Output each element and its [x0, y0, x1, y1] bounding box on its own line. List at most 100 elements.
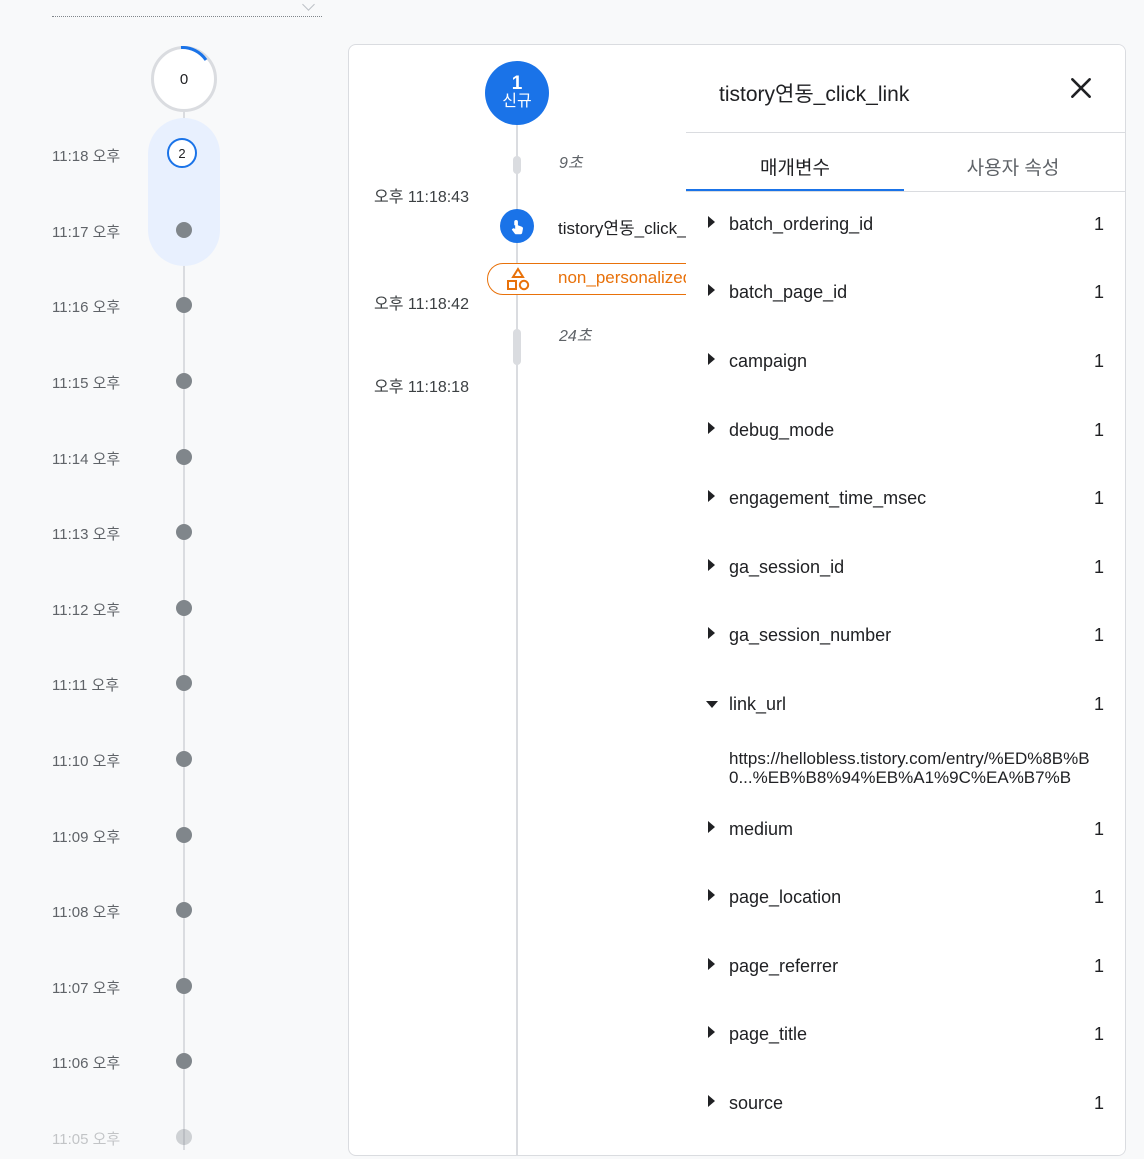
param-count: 1: [1093, 214, 1104, 234]
minute-label-5: 11:13 오후: [52, 526, 121, 543]
param-row-page-location[interactable]: page_location 1: [686, 882, 1125, 918]
param-row-debug-mode[interactable]: debug_mode 1: [686, 415, 1125, 451]
tab-parameters[interactable]: 매개변수: [686, 153, 904, 180]
event-timestamp-3: 오후 11:18:18: [374, 379, 469, 396]
param-count: 1: [1093, 694, 1104, 714]
drawer-header-divider: [686, 132, 1125, 133]
touch-icon[interactable]: [500, 209, 534, 243]
minute-label-9: 11:09 오후: [52, 829, 121, 846]
caret-right-icon: [708, 353, 715, 365]
minute-dot-13[interactable]: [176, 1129, 192, 1145]
minute-dot-8[interactable]: [176, 751, 192, 767]
caret-right-icon: [708, 559, 715, 571]
minute-label-2: 11:16 오후: [52, 299, 121, 316]
caret-right-icon: [708, 1095, 715, 1107]
param-row-page-referrer[interactable]: page_referrer 1: [686, 951, 1125, 987]
new-user-badge[interactable]: 1 신규: [485, 61, 549, 125]
minute-dot-10[interactable]: [176, 902, 192, 918]
minute-label-11: 11:07 오후: [52, 980, 121, 997]
param-count: 1: [1093, 1093, 1104, 1113]
caret-right-icon: [708, 284, 715, 296]
minute-dot-11[interactable]: [176, 978, 192, 994]
param-row-ga-session-number[interactable]: ga_session_number 1: [686, 620, 1125, 656]
param-name: ga_session_id: [729, 557, 845, 577]
event-timestamp-1: 오후 11:18:43: [374, 189, 469, 206]
minute-label-1: 11:17 오후: [52, 224, 121, 241]
close-icon[interactable]: [1068, 75, 1094, 101]
param-row-batch-page-id[interactable]: batch_page_id 1: [686, 277, 1125, 313]
caret-right-icon: [708, 490, 715, 502]
caret-right-icon: [708, 216, 715, 228]
minute-label-6: 11:12 오후: [52, 602, 121, 619]
minute-dot-9[interactable]: [176, 827, 192, 843]
minute-dot-1[interactable]: [176, 222, 192, 238]
param-row-campaign[interactable]: campaign 1: [686, 346, 1125, 382]
caret-right-icon: [708, 627, 715, 639]
event-timestamp-2: 오후 11:18:42: [374, 296, 469, 313]
minute-dot-3[interactable]: [176, 373, 192, 389]
caret-right-icon: [708, 1026, 715, 1038]
minute-dot-12[interactable]: [176, 1053, 192, 1069]
param-name: medium: [729, 819, 794, 839]
caret-down-icon: [706, 701, 718, 708]
param-count: 1: [1093, 420, 1104, 440]
shapes-icon: [507, 267, 530, 291]
minute-label-8: 11:10 오후: [52, 753, 121, 770]
param-row-page-title[interactable]: page_title 1: [686, 1019, 1125, 1055]
param-row-ga-session-id[interactable]: ga_session_id 1: [686, 552, 1125, 588]
new-user-count: 1: [511, 73, 523, 94]
minute-label-10: 11:08 오후: [52, 904, 121, 921]
param-name: ga_session_number: [729, 625, 892, 645]
minute-label-13: 11:05 오후: [52, 1131, 121, 1148]
minute-label-12: 11:06 오후: [52, 1055, 121, 1072]
event-stream-panel: 1 신규 9초 오후 11:18:43 tistory연동_click_link…: [348, 44, 1126, 1156]
minute-dot-4[interactable]: [176, 449, 192, 465]
param-count: 1: [1093, 351, 1104, 371]
param-count: 1: [1093, 625, 1104, 645]
link-url-value: https://hellobless.tistory.com/entry/%ED…: [729, 749, 1090, 787]
param-row-batch-ordering-id[interactable]: batch_ordering_id 1: [686, 209, 1125, 245]
gap-duration-2: 24초: [559, 328, 592, 345]
param-count: 1: [1093, 819, 1104, 839]
param-name: engagement_time_msec: [729, 488, 927, 508]
minute-dot-5[interactable]: [176, 524, 192, 540]
param-row-engagement-time-msec[interactable]: engagement_time_msec 1: [686, 483, 1125, 519]
param-name: page_title: [729, 1024, 808, 1044]
minute-label-3: 11:15 오후: [52, 375, 121, 392]
minute-label-4: 11:14 오후: [52, 451, 121, 468]
drawer-title: tistory연동_click_link: [719, 83, 910, 106]
chevron-down-icon: [302, 0, 315, 11]
param-name: source: [729, 1093, 784, 1113]
minute-timeline-spine: [183, 110, 185, 1150]
param-count: 1: [1093, 887, 1104, 907]
gap-bar-1: [513, 156, 521, 174]
minute-dot-6[interactable]: [176, 600, 192, 616]
param-count: 1: [1093, 557, 1104, 577]
param-name: campaign: [729, 351, 808, 371]
selected-minute-count[interactable]: 2: [167, 138, 197, 168]
counter-progress-arc: [180, 46, 208, 61]
param-row-link-url[interactable]: link_url 1: [686, 689, 1125, 725]
caret-right-icon: [708, 422, 715, 434]
param-count: 1: [1093, 488, 1104, 508]
param-name: debug_mode: [729, 420, 835, 440]
param-name: batch_ordering_id: [729, 214, 874, 234]
caret-right-icon: [708, 958, 715, 970]
param-count: 1: [1093, 282, 1104, 302]
minute-dot-2[interactable]: [176, 297, 192, 313]
param-row-medium[interactable]: medium 1: [686, 814, 1125, 850]
caret-right-icon: [708, 821, 715, 833]
param-row-source[interactable]: source 1: [686, 1088, 1125, 1124]
tab-user-properties[interactable]: 사용자 속성: [904, 153, 1122, 180]
param-name: link_url: [729, 694, 787, 714]
minute-dot-7[interactable]: [176, 675, 192, 691]
gap-duration-1: 9초: [559, 155, 583, 172]
param-count: 1: [1093, 956, 1104, 976]
new-user-label: 신규: [502, 93, 532, 110]
tabs-divider: [686, 191, 1125, 192]
param-name: batch_page_id: [729, 282, 848, 302]
gap-bar-2: [513, 329, 521, 365]
minute-label-0: 11:18 오후: [52, 148, 121, 165]
dotted-separator: [52, 16, 322, 17]
param-count: 1: [1093, 1024, 1104, 1044]
